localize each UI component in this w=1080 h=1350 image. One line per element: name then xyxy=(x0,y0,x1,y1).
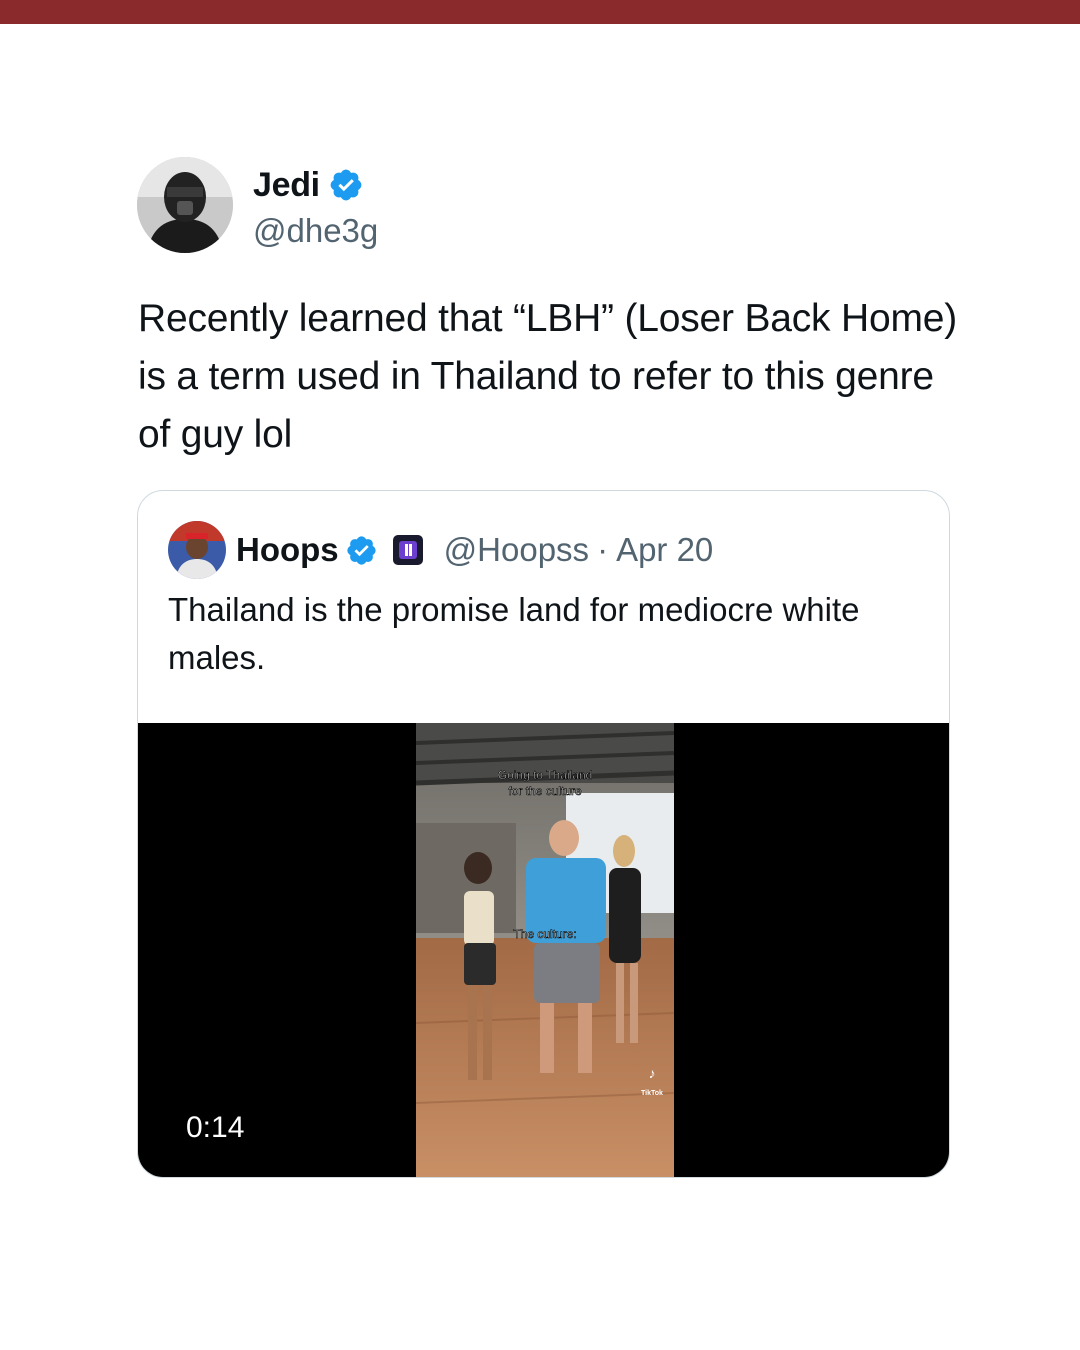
tiktok-watermark: TikTok xyxy=(641,1090,663,1097)
top-accent-bar xyxy=(0,0,1080,24)
affiliate-badge-icon[interactable] xyxy=(392,534,424,566)
video-duration: 0:14 xyxy=(186,1111,245,1144)
tweet-author: Jedi @dhe3g xyxy=(137,157,378,253)
quoted-author-avatar[interactable] xyxy=(168,521,226,579)
avatar-masked-person-icon xyxy=(137,157,233,253)
video-still-image: Going to Thailand for the culture The cu… xyxy=(416,723,674,1177)
verified-badge-icon xyxy=(330,169,362,201)
tweet-text: Recently learned that “LBH” (Loser Back … xyxy=(138,297,958,456)
quoted-tweet-card[interactable]: Hoops @Hoopss · Apr 20 Thailand is the p… xyxy=(137,490,950,1178)
separator-dot: · xyxy=(597,531,609,568)
author-name[interactable]: Jedi xyxy=(253,166,320,205)
video-caption-mid: The culture: xyxy=(513,927,576,941)
quoted-tweet-header: Hoops @Hoopss · Apr 20 xyxy=(168,521,713,579)
video-caption-line2: for the culture xyxy=(508,784,582,798)
verified-badge-icon xyxy=(347,535,376,565)
quoted-tweet-text: Thailand is the promise land for mediocr… xyxy=(168,591,860,676)
quoted-author-handle[interactable]: @Hoopss xyxy=(444,531,589,569)
quoted-author-name[interactable]: Hoops xyxy=(236,531,339,569)
video-thumbnail[interactable]: Going to Thailand for the culture The cu… xyxy=(416,723,674,1177)
video-player[interactable]: Going to Thailand for the culture The cu… xyxy=(138,723,949,1177)
tiktok-logo-icon: ♪ xyxy=(649,1065,656,1081)
video-caption-line1: Going to Thailand xyxy=(498,768,593,782)
author-handle[interactable]: @dhe3g xyxy=(253,212,378,250)
avatar-player-icon xyxy=(168,521,226,579)
quoted-tweet-date[interactable]: Apr 20 xyxy=(616,531,713,569)
author-avatar[interactable] xyxy=(137,157,233,253)
